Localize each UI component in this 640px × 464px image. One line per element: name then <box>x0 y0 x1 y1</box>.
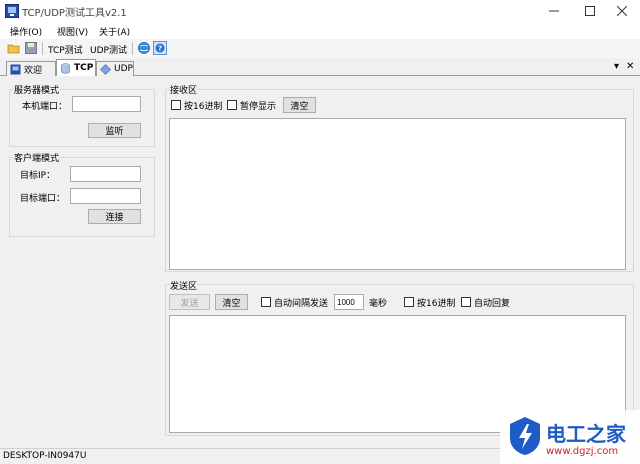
pause-display-label: 暂停显示 <box>240 102 277 112</box>
client-group-label: 客户端模式 <box>14 151 60 164</box>
auto-reply-checkbox[interactable] <box>461 297 471 307</box>
receive-clear-button[interactable]: 清空 <box>283 97 316 113</box>
menu-operate[interactable]: 操作(O) <box>10 25 42 38</box>
connect-button[interactable]: 连接 <box>88 209 141 224</box>
receive-hex-label: 按16进制 <box>184 102 223 112</box>
udp-test-button[interactable]: UDP测试 <box>90 43 127 56</box>
send-hex-checkbox[interactable] <box>404 297 414 307</box>
server-group-label: 服务器模式 <box>14 83 60 96</box>
watermark-title: 电工之家 <box>546 422 626 446</box>
tab-dropdown-icon[interactable]: ▾ <box>614 61 619 72</box>
target-ip-input[interactable] <box>70 166 141 182</box>
receive-textarea[interactable] <box>169 118 626 270</box>
tab-welcome-label: 欢迎 <box>24 65 43 76</box>
send-hex-label: 按16进制 <box>417 299 456 309</box>
receive-group-label: 接收区 <box>170 83 198 96</box>
tab-tcp-label: TCP <box>74 63 94 73</box>
tab-tcp[interactable]: TCP <box>56 59 96 76</box>
auto-interval-checkbox[interactable] <box>261 297 271 307</box>
minimize-button[interactable] <box>536 0 572 22</box>
toolbar-separator <box>42 42 43 55</box>
svg-text:?: ? <box>158 45 162 53</box>
watermark: 电工之家 www.dgzj.com <box>500 410 640 464</box>
save-icon[interactable] <box>24 41 38 55</box>
close-icon <box>617 6 627 16</box>
receive-hex-checkbox[interactable] <box>171 100 181 110</box>
target-port-label: 目标端口： <box>20 194 66 204</box>
toolbar-separator <box>132 42 133 55</box>
target-port-input[interactable] <box>70 188 141 204</box>
tab-close-icon[interactable]: ✕ <box>626 61 634 72</box>
send-clear-button[interactable]: 清空 <box>215 294 248 310</box>
target-ip-label: 目标IP： <box>20 171 56 181</box>
status-host: DESKTOP-IN0947U <box>3 451 87 461</box>
listen-button[interactable]: 监听 <box>88 123 141 138</box>
send-group-label: 发送区 <box>170 279 198 292</box>
interval-input[interactable] <box>334 294 364 310</box>
maximize-button[interactable] <box>572 0 608 22</box>
database-icon <box>61 62 70 74</box>
auto-interval-label: 自动间隔发送 <box>274 299 329 309</box>
ms-label: 毫秒 <box>369 299 388 309</box>
diamond-icon <box>100 63 111 75</box>
local-port-input[interactable] <box>72 96 141 112</box>
auto-reply-label: 自动回复 <box>474 299 511 309</box>
open-folder-icon[interactable] <box>7 41 21 55</box>
menu-bar <box>0 22 640 39</box>
watermark-url: www.dgzj.com <box>546 446 619 457</box>
tab-welcome[interactable]: 欢迎 <box>6 61 56 76</box>
local-port-label: 本机端口： <box>22 102 68 112</box>
welcome-icon <box>10 64 21 74</box>
tab-udp-label: UDP <box>114 64 133 74</box>
web-icon[interactable] <box>137 41 151 55</box>
maximize-icon <box>585 6 595 16</box>
close-button[interactable] <box>604 0 640 22</box>
pause-display-checkbox[interactable] <box>227 100 237 110</box>
tcp-test-button[interactable]: TCP测试 <box>48 43 83 56</box>
menu-about[interactable]: 关于(A) <box>99 25 130 38</box>
send-button[interactable]: 发送 <box>169 294 210 310</box>
tab-udp[interactable]: UDP <box>96 61 134 76</box>
app-icon <box>5 4 19 18</box>
watermark-logo <box>510 417 540 455</box>
menu-view[interactable]: 视图(V) <box>57 25 88 38</box>
help-icon[interactable]: ? <box>153 41 167 55</box>
minimize-icon <box>549 10 559 12</box>
window-title: TCP/UDP测试工具v2.1 <box>22 8 127 19</box>
